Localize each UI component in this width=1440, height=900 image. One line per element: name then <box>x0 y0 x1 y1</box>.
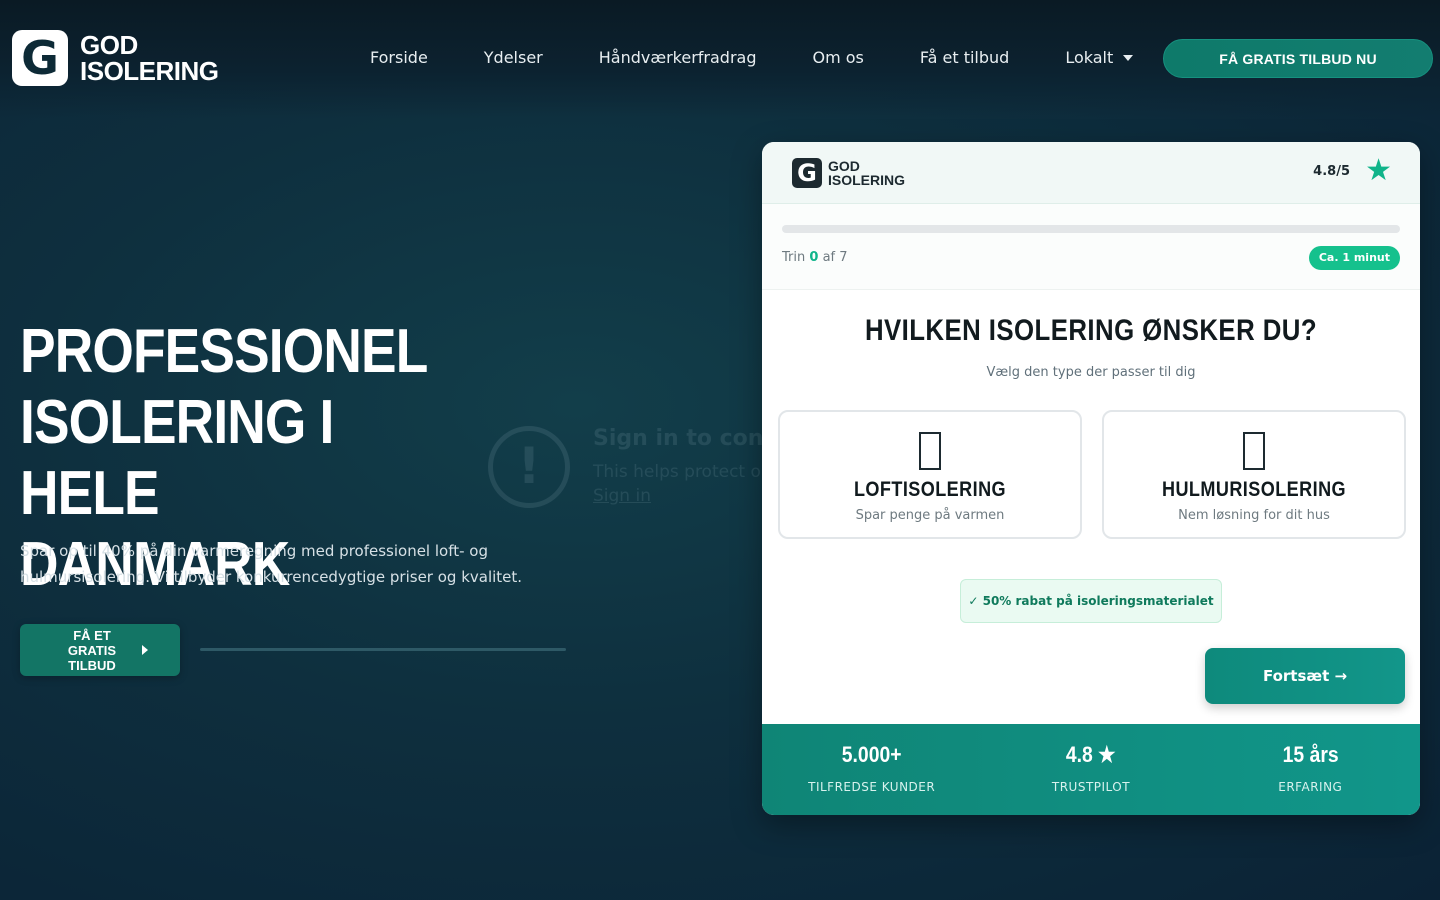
step-prefix: Trin <box>782 250 806 265</box>
nav-links: Forside Ydelser Håndværkerfradrag Om os … <box>370 48 1189 67</box>
card-logo-wordmark: GOD ISOLERING <box>828 159 905 187</box>
site-logo[interactable]: G GOD ISOLERING <box>12 30 219 86</box>
card-logo-mark: G <box>792 158 822 188</box>
continue-button[interactable]: Fortsæt → <box>1205 648 1405 704</box>
hero-free-quote-button[interactable]: FÅ ET GRATIS TILBUD <box>20 624 180 676</box>
wall-icon <box>1243 432 1265 470</box>
trustpilot-star-icon: ★ <box>1365 153 1392 188</box>
hero-subtitle: Spar op til 40% på din varmeregning med … <box>20 542 523 586</box>
option-hulmurisolering[interactable]: HULMURISOLERING Nem løsning for dit hus <box>1102 410 1406 539</box>
arrow-right-icon <box>142 645 148 655</box>
stat-value: 5.000+ <box>841 742 902 767</box>
stat-experience: 15 års ERFARING <box>1201 724 1420 815</box>
progress-bar <box>782 225 1400 233</box>
roof-icon <box>919 432 941 470</box>
step-indicator: Trin 0 af 7 <box>782 250 848 265</box>
option-label: LOFTISOLERING <box>853 478 1007 501</box>
nav-link-forside[interactable]: Forside <box>370 48 428 67</box>
question-subtitle: Vælg den type der passer til dig <box>986 365 1196 380</box>
hero-title-line-2: ISOLERING I HELE <box>20 388 334 528</box>
stat-label: TILFREDSE KUNDER <box>808 780 936 794</box>
stat-trustpilot: 4.8 ★ TRUSTPILOT <box>981 724 1200 815</box>
stat-value: 4.8 ★ <box>1066 742 1116 767</box>
card-header: G GOD ISOLERING 4.8/5 ★ <box>762 142 1420 204</box>
rating-text: 4.8/5 <box>1313 164 1350 179</box>
logo-wordmark: GOD ISOLERING <box>80 32 219 84</box>
hero-title-line-1: PROFESSIONEL <box>20 317 428 386</box>
free-quote-nav-button[interactable]: FÅ GRATIS TILBUD NU <box>1163 39 1433 78</box>
stat-value: 15 års <box>1282 742 1339 767</box>
time-estimate-badge: Ca. 1 minut <box>1308 246 1400 270</box>
chevron-down-icon <box>1123 54 1134 61</box>
nav-link-om-os[interactable]: Om os <box>812 48 863 67</box>
nav-link-lokalt-label: Lokalt <box>1065 48 1114 67</box>
alert-icon: ! <box>488 426 570 508</box>
nav-link-faa-et-tilbud[interactable]: Få et tilbud <box>920 48 1009 67</box>
sign-in-link[interactable]: Sign in <box>593 486 651 506</box>
sign-in-text: This helps protect ou <box>593 462 772 482</box>
option-description: Spar penge på varmen <box>855 508 1005 523</box>
stat-customers: 5.000+ TILFREDSE KUNDER <box>762 724 981 815</box>
nav-link-lokalt[interactable]: Lokalt <box>1065 48 1134 67</box>
nav-link-ydelser[interactable]: Ydelser <box>484 48 543 67</box>
option-description: Nem løsning for dit hus <box>1178 508 1330 523</box>
card-logo-line-2: ISOLERING <box>828 172 906 188</box>
card-logo: G GOD ISOLERING <box>792 158 905 188</box>
option-label: HULMURISOLERING <box>1161 478 1347 501</box>
step-suffix: af 7 <box>822 250 848 265</box>
option-loftisolering[interactable]: LOFTISOLERING Spar penge på varmen <box>778 410 1082 539</box>
top-navigation: G GOD ISOLERING Forside Ydelser Håndværk… <box>0 0 1440 118</box>
stats-bar: 5.000+ TILFREDSE KUNDER 4.8 ★ TRUSTPILOT… <box>762 724 1420 815</box>
quote-form-card: G GOD ISOLERING 4.8/5 ★ Trin 0 af 7 Ca. … <box>762 142 1420 815</box>
logo-mark: G <box>12 30 68 86</box>
nav-link-haandvaerkerfradrag[interactable]: Håndværkerfradrag <box>599 48 757 67</box>
logo-line-1: GOD <box>80 30 138 60</box>
logo-line-2: ISOLERING <box>80 56 219 86</box>
hero-divider <box>200 648 566 651</box>
progress-section: Trin 0 af 7 Ca. 1 minut <box>762 204 1420 290</box>
discount-badge: ✓ 50% rabat på isoleringsmaterialet <box>960 579 1222 623</box>
step-current: 0 <box>809 250 819 265</box>
stat-label: TRUSTPILOT <box>1051 780 1131 794</box>
hero-button-line-1: FÅ ET GRATIS <box>67 627 117 658</box>
card-logo-line-1: GOD <box>828 158 860 174</box>
stat-label: ERFARING <box>1278 780 1343 794</box>
hero-button-line-2: TILBUD <box>68 657 116 673</box>
hero-button-label: FÅ ET GRATIS TILBUD <box>52 628 132 673</box>
question-title: HVILKEN ISOLERING ØNSKER DU? <box>864 314 1318 347</box>
